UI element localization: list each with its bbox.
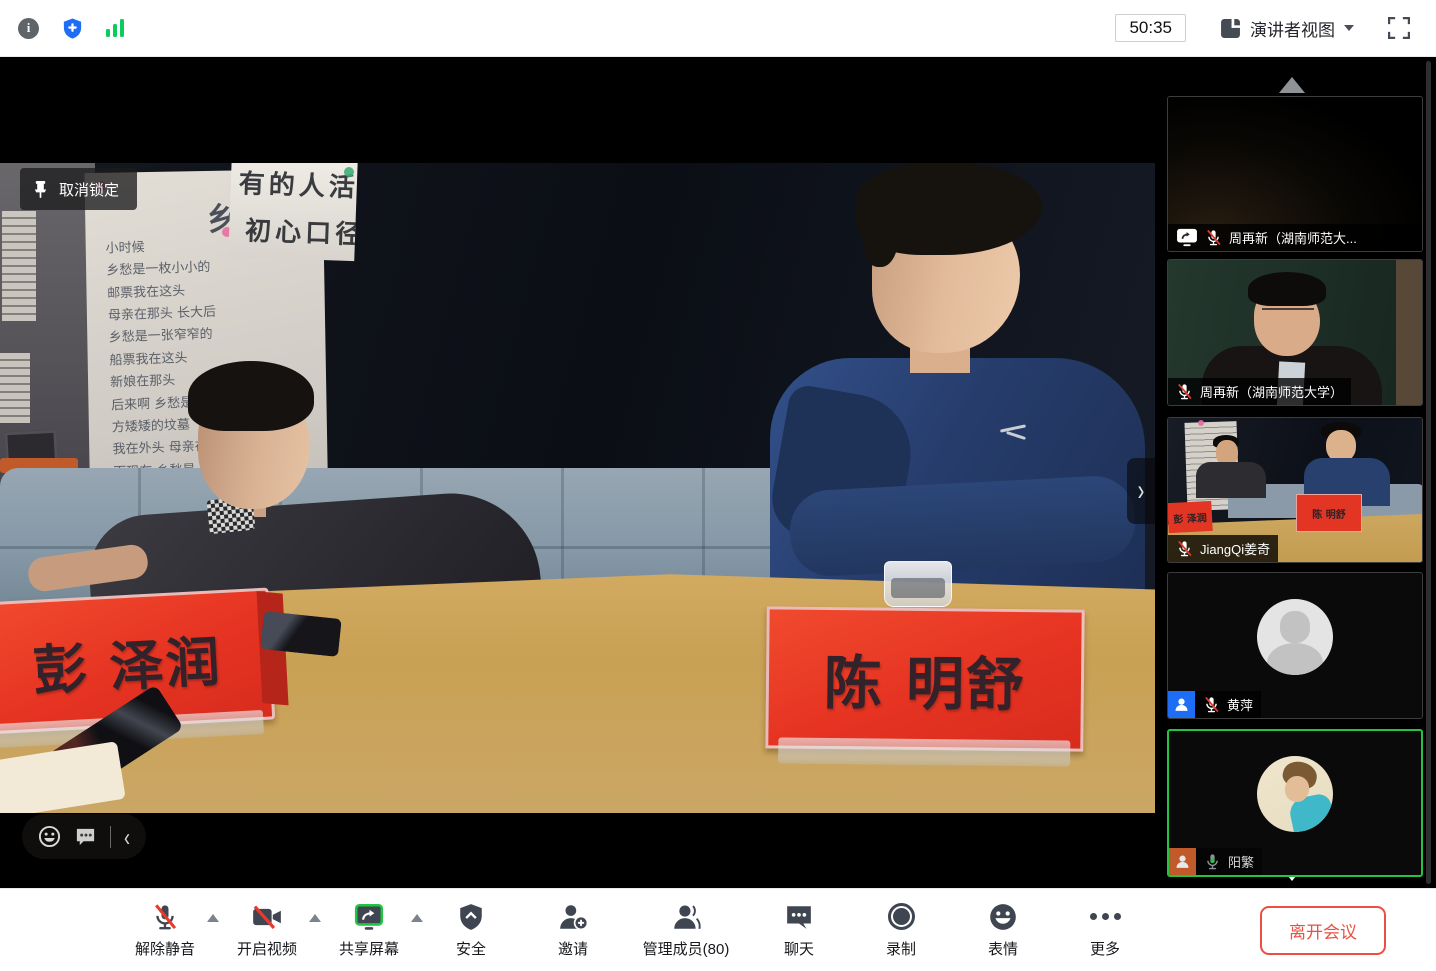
more-dots-icon [1090, 913, 1121, 920]
pill-divider [110, 826, 111, 848]
scene-small-poster [2, 211, 36, 321]
network-signal-icon[interactable] [106, 19, 124, 37]
participant-1-labelbar: 周再新（湖南师范大... [1168, 224, 1422, 251]
record-button[interactable]: 录制 [864, 902, 938, 959]
scene-calligraphy-banner: 有的人活 初心口径 [228, 163, 357, 261]
participant-5-labelbar: 阳繁 [1196, 848, 1262, 875]
unpin-label: 取消锁定 [59, 179, 119, 200]
emoji-icon[interactable] [38, 825, 61, 848]
participant-tile-3[interactable]: 彭 泽润 陈 明舒 JiangQi姜奇 [1167, 417, 1423, 563]
participant-tile-1[interactable]: 周再新（湖南师范大... [1167, 96, 1423, 252]
participant-1-name: 周再新（湖南师范大... [1229, 228, 1357, 247]
nameplate-left-text: 彭 泽润 [31, 617, 224, 706]
camera-off-icon [252, 905, 282, 929]
meeting-content: 乡愁 小时候 乡愁是一枚小小的 邮票我在这头 母亲在那头 长大后 乡愁是一张窄窄… [0, 57, 1436, 888]
participant-5-avatar [1257, 756, 1333, 832]
security-button[interactable]: 安全 [434, 902, 508, 959]
reactions-button[interactable]: 表情 [966, 902, 1040, 959]
screen-share-icon [1176, 228, 1198, 247]
security-label: 安全 [456, 938, 486, 959]
participant-4-avatar [1257, 599, 1333, 675]
participant-3-labelbar: JiangQi姜奇 [1168, 535, 1278, 562]
invite-person-icon [558, 903, 588, 931]
participant-2-labelbar: 周再新（湖南师范大学） [1168, 378, 1351, 405]
members-icon [671, 903, 701, 931]
main-video-stage[interactable]: 乡愁 小时候 乡愁是一枚小小的 邮票我在这头 母亲在那头 长大后 乡愁是一张窄窄… [0, 57, 1155, 888]
chat-bubble-icon[interactable] [74, 825, 97, 848]
security-icon [458, 903, 484, 931]
record-icon [888, 903, 915, 930]
participant-4-name: 黄萍 [1227, 695, 1253, 714]
participant-2-name: 周再新（湖南师范大学） [1200, 382, 1343, 401]
top-bar-controls: 50:35 演讲者视图 [1115, 14, 1410, 42]
leave-meeting-button[interactable]: 离开会议 [1260, 906, 1386, 955]
unpin-chip[interactable]: 取消锁定 [20, 168, 137, 210]
smiley-icon [989, 903, 1017, 931]
unmute-label: 解除静音 [135, 938, 195, 959]
start-video-button[interactable]: 开启视频 [230, 902, 304, 959]
muted-mic-icon [1205, 229, 1222, 246]
pin-icon [32, 180, 49, 199]
muted-mic-icon [1176, 383, 1193, 400]
muted-mic-icon [151, 903, 179, 931]
share-screen-icon [353, 903, 385, 931]
chevron-down-icon [1344, 25, 1354, 31]
participant-tile-5[interactable]: 阳繁 [1167, 729, 1423, 877]
participant-3-name: JiangQi姜奇 [1200, 539, 1270, 558]
scroll-up-arrow-icon[interactable] [1279, 77, 1305, 93]
participants-sidebar: 周再新（湖南师范大... [1155, 57, 1436, 888]
manage-members-label: 管理成员(80) [643, 938, 730, 959]
muted-mic-icon [1203, 696, 1220, 713]
scene-small-poster [0, 353, 30, 423]
participant-5-name: 阳繁 [1228, 852, 1254, 871]
chat-button[interactable]: 聊天 [762, 902, 836, 959]
sidebar-scrollbar[interactable] [1426, 61, 1431, 884]
participant-tile-4[interactable]: 黄萍 [1167, 572, 1423, 719]
more-label: 更多 [1090, 938, 1120, 959]
sidebar-collapse-handle[interactable]: › [1127, 458, 1155, 524]
collapse-pill-icon[interactable]: ‹ [124, 824, 130, 849]
meeting-window: i 50:35 演讲者视图 [0, 0, 1436, 971]
top-bar-status-icons: i [18, 17, 124, 40]
nameplate-right-text: 陈 明舒 [823, 636, 1026, 722]
unmute-button[interactable]: 解除静音 [128, 902, 202, 959]
participant-4-labelbar: 黄萍 [1195, 691, 1261, 718]
chat-icon [785, 904, 813, 930]
view-mode-label: 演讲者视图 [1250, 16, 1335, 41]
video-options-caret[interactable] [309, 914, 321, 922]
avatar-badge-icon [1168, 691, 1195, 718]
main-video-feed: 乡愁 小时候 乡愁是一枚小小的 邮票我在这头 母亲在那头 长大后 乡愁是一张窄窄… [0, 163, 1155, 813]
share-screen-label: 共享屏幕 [339, 938, 399, 959]
reaction-pill: ‹ [22, 814, 146, 859]
meeting-timer: 50:35 [1115, 14, 1186, 42]
invite-button[interactable]: 邀请 [536, 902, 610, 959]
muted-mic-icon [1176, 540, 1193, 557]
top-bar: i 50:35 演讲者视图 [0, 0, 1436, 57]
meeting-info-icon[interactable]: i [18, 18, 39, 39]
participant-tile-2[interactable]: 周再新（湖南师范大学） [1167, 259, 1423, 406]
fullscreen-icon[interactable] [1388, 17, 1410, 39]
mic-options-caret[interactable] [207, 914, 219, 922]
chat-label: 聊天 [784, 938, 814, 959]
start-video-label: 开启视频 [237, 938, 297, 959]
share-screen-button[interactable]: 共享屏幕 [332, 902, 406, 959]
invite-label: 邀请 [558, 938, 588, 959]
security-shield-icon[interactable] [61, 17, 84, 40]
active-mic-icon [1204, 853, 1221, 870]
record-label: 录制 [886, 938, 916, 959]
avatar-badge-icon [1169, 848, 1196, 875]
bottom-toolbar: 解除静音 开启视频 共 [0, 888, 1436, 971]
manage-members-button[interactable]: 管理成员(80) [638, 902, 734, 959]
speaker-view-icon [1220, 18, 1241, 39]
scene-phone [260, 611, 342, 657]
view-mode-selector[interactable]: 演讲者视图 [1220, 16, 1354, 41]
share-options-caret[interactable] [411, 914, 423, 922]
more-button[interactable]: 更多 [1068, 902, 1142, 959]
reactions-label: 表情 [988, 938, 1018, 959]
nameplate-right: 陈 明舒 [765, 591, 1085, 766]
